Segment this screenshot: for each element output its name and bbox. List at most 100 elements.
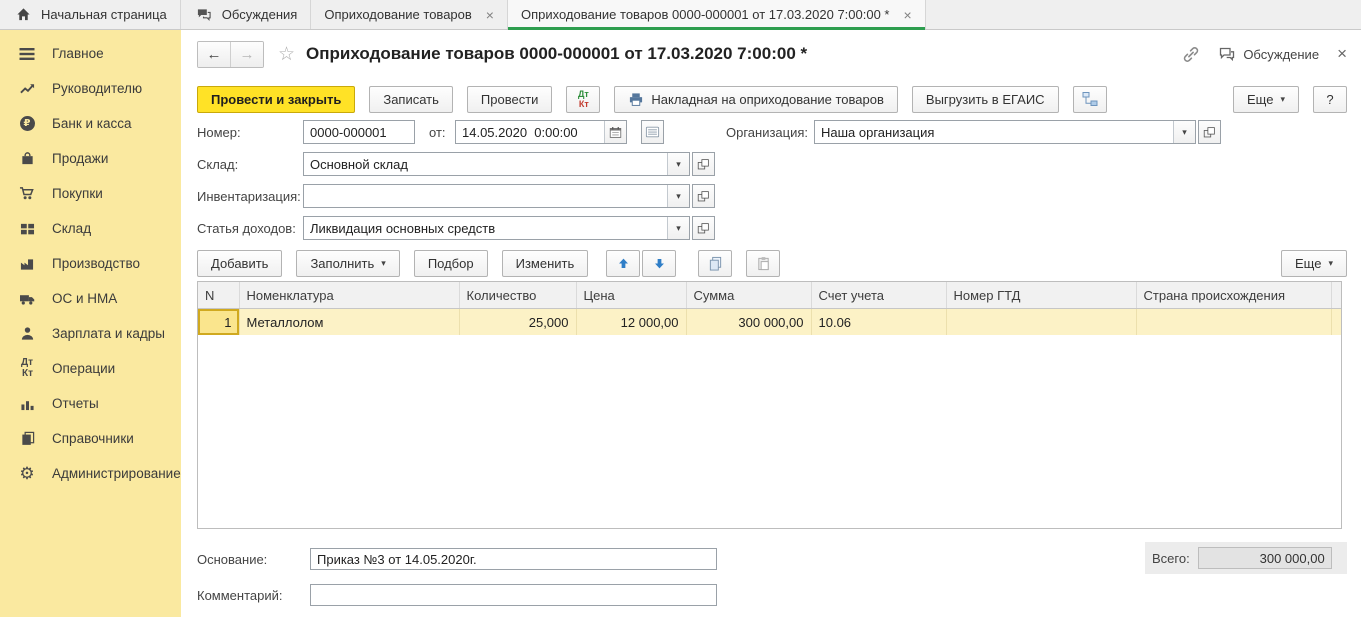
sidebar-item-reports[interactable]: Отчеты: [0, 386, 181, 421]
basis-row: Основание:: [197, 547, 717, 571]
warehouse-open-button[interactable]: [692, 152, 715, 176]
books-icon: [17, 431, 37, 446]
cart-icon: [17, 186, 37, 201]
move-up-button[interactable]: [606, 250, 640, 277]
column-header-account[interactable]: Счет учета: [811, 282, 946, 309]
organization-dropdown-button[interactable]: ▾: [1173, 121, 1195, 143]
inventory-field[interactable]: [304, 185, 667, 207]
sidebar-item-manager[interactable]: Руководителю: [0, 71, 181, 106]
inventory-dropdown-button[interactable]: ▾: [667, 185, 689, 207]
warehouse-dropdown-button[interactable]: ▾: [667, 153, 689, 175]
tab-close-icon[interactable]: ×: [486, 8, 494, 22]
open-icon: [697, 190, 710, 203]
organization-open-button[interactable]: [1198, 120, 1221, 144]
edit-row-button[interactable]: Изменить: [502, 250, 589, 277]
favorite-star-icon[interactable]: ☆: [278, 43, 295, 66]
date-field[interactable]: [456, 121, 604, 143]
cell-spacer: [1331, 309, 1342, 336]
income-item-open-button[interactable]: [692, 216, 715, 240]
application-window: Начальная страница Обсуждения Оприходова…: [0, 0, 1361, 617]
cell-row-number[interactable]: 1: [198, 309, 239, 336]
move-down-button[interactable]: [642, 250, 676, 277]
show-list-button[interactable]: [641, 120, 664, 144]
egais-export-button[interactable]: Выгрузить в ЕГАИС: [912, 86, 1059, 113]
sidebar-item-administration[interactable]: ⚙ Администрирование: [0, 456, 181, 491]
column-header-gtd[interactable]: Номер ГТД: [946, 282, 1136, 309]
sidebar-item-warehouse[interactable]: Склад: [0, 211, 181, 246]
cell-quantity[interactable]: 25,000: [459, 309, 576, 336]
total-panel: Всего:: [1145, 542, 1347, 574]
discussion-button[interactable]: Обсуждение: [1218, 46, 1319, 62]
column-header-sum[interactable]: Сумма: [686, 282, 811, 309]
close-icon[interactable]: ×: [1337, 44, 1347, 64]
add-row-button[interactable]: Добавить: [197, 250, 282, 277]
pick-button[interactable]: Подбор: [414, 250, 488, 277]
cell-price[interactable]: 12 000,00: [576, 309, 686, 336]
paste-rows-button[interactable]: [746, 250, 780, 277]
save-button[interactable]: Записать: [369, 86, 453, 113]
fill-button[interactable]: Заполнить ▾: [296, 250, 399, 277]
tab-goods-receipt-document[interactable]: Оприходование товаров 0000-000001 от 17.…: [508, 0, 926, 29]
more-label: Еще: [1247, 92, 1273, 107]
open-icon: [1203, 126, 1216, 139]
organization-field[interactable]: [815, 121, 1173, 143]
organization-combo: ▾: [814, 120, 1196, 144]
sidebar-item-main[interactable]: Главное: [0, 36, 181, 71]
post-and-close-button[interactable]: Провести и закрыть: [197, 86, 355, 113]
column-header-price[interactable]: Цена: [576, 282, 686, 309]
tab-goods-receipt-list[interactable]: Оприходование товаров ×: [311, 0, 508, 29]
sidebar-item-purchases[interactable]: Покупки: [0, 176, 181, 211]
arrow-up-icon: [617, 257, 630, 270]
more-button[interactable]: Еще ▾: [1233, 86, 1299, 113]
inventory-open-button[interactable]: [692, 184, 715, 208]
warehouse-field[interactable]: [304, 153, 667, 175]
sidebar-item-fixed-assets[interactable]: ОС и НМА: [0, 281, 181, 316]
copy-rows-button[interactable]: [698, 250, 732, 277]
cell-gtd[interactable]: [946, 309, 1136, 336]
income-item-field[interactable]: [304, 217, 667, 239]
cell-sum[interactable]: 300 000,00: [686, 309, 811, 336]
basis-field[interactable]: [310, 548, 717, 570]
sidebar-item-label: Операции: [52, 361, 115, 376]
sidebar-item-payroll-hr[interactable]: Зарплата и кадры: [0, 316, 181, 351]
column-header-quantity[interactable]: Количество: [459, 282, 576, 309]
cell-account[interactable]: 10.06: [811, 309, 946, 336]
table-row[interactable]: 1 Металлолом 25,000 12 000,00 300 000,00…: [198, 309, 1342, 336]
sidebar-item-bank-cash[interactable]: ₽ Банк и касса: [0, 106, 181, 141]
link-icon[interactable]: [1182, 46, 1200, 63]
number-label: Номер:: [197, 125, 303, 140]
column-header-nomenclature[interactable]: Номенклатура: [239, 282, 459, 309]
dtkt-postings-button[interactable]: ДтКт: [566, 86, 600, 113]
tab-label: Начальная страница: [41, 7, 167, 22]
document-toolbar: Провести и закрыть Записать Провести ДтК…: [197, 84, 1347, 114]
column-header-n[interactable]: N: [198, 282, 239, 309]
calendar-button[interactable]: [604, 121, 626, 143]
income-item-dropdown-button[interactable]: ▾: [667, 217, 689, 239]
comment-field[interactable]: [310, 584, 717, 606]
column-header-country[interactable]: Страна происхождения: [1136, 282, 1331, 309]
sidebar-item-label: Покупки: [52, 186, 103, 201]
cell-country[interactable]: [1136, 309, 1331, 336]
form-row-income-item: Статья доходов: ▾: [197, 216, 715, 240]
sidebar-item-operations[interactable]: ДтКт Операции: [0, 351, 181, 386]
forward-button[interactable]: →: [230, 42, 263, 67]
page-title: Оприходование товаров 0000-000001 от 17.…: [306, 44, 807, 64]
egais-structure-button[interactable]: [1073, 86, 1107, 113]
income-item-combo: ▾: [303, 216, 690, 240]
post-button[interactable]: Провести: [467, 86, 553, 113]
help-button[interactable]: ?: [1313, 86, 1347, 113]
print-invoice-button[interactable]: Накладная на оприходование товаров: [614, 86, 897, 113]
tab-home[interactable]: Начальная страница: [0, 0, 181, 29]
sidebar-item-sales[interactable]: Продажи: [0, 141, 181, 176]
table-more-button[interactable]: Еще ▾: [1281, 250, 1347, 277]
sidebar-item-directories[interactable]: Справочники: [0, 421, 181, 456]
sidebar-item-label: ОС и НМА: [52, 291, 117, 306]
tab-close-icon[interactable]: ×: [904, 8, 912, 22]
tab-discussions[interactable]: Обсуждения: [181, 0, 312, 29]
number-field[interactable]: [303, 120, 415, 144]
sidebar-item-production[interactable]: Производство: [0, 246, 181, 281]
cell-nomenclature[interactable]: Металлолом: [239, 309, 459, 336]
back-button[interactable]: ←: [198, 42, 230, 67]
sidebar-item-label: Производство: [52, 256, 140, 271]
income-item-label: Статья доходов:: [197, 221, 303, 236]
